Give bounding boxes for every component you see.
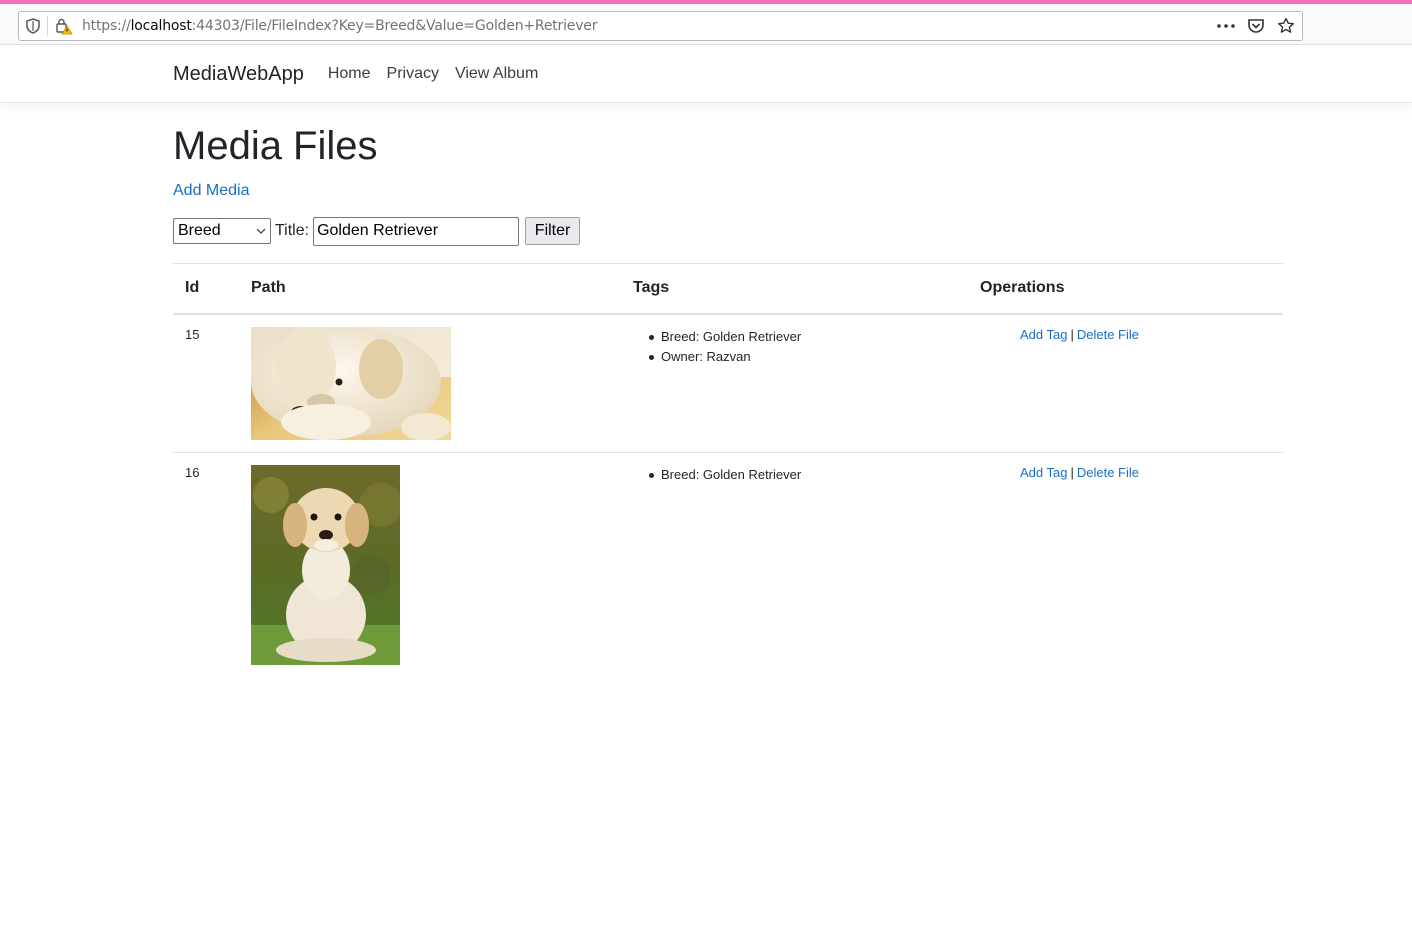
- row-operations: Add Tag | Delete File: [968, 313, 1283, 453]
- tag-list: Breed: Golden Retriever: [633, 465, 956, 485]
- table-row: 16 Breed: Golden Retriever Add Tag | Del…: [173, 452, 1283, 677]
- ops-separator: |: [1070, 326, 1074, 342]
- table-header-row: Id Path Tags Operations: [173, 263, 1283, 315]
- row-path: [239, 313, 621, 453]
- row-id: 16: [185, 464, 200, 480]
- tag-item: Breed: Golden Retriever: [649, 465, 956, 485]
- insecure-lock-icon[interactable]: [50, 12, 78, 40]
- row-path: [239, 452, 621, 677]
- puppy-photo-thumbnail: [251, 464, 400, 665]
- add-media-link[interactable]: Add Media: [173, 182, 250, 200]
- header-operations: Operations: [968, 263, 1283, 315]
- row-tags: Breed: Golden Retriever: [621, 452, 968, 677]
- media-table: Id Path Tags Operations 15 Breed: Golden…: [173, 263, 1283, 677]
- filter-key-value: Breed: [178, 222, 221, 239]
- more-actions-icon[interactable]: [1216, 16, 1236, 36]
- header-tags: Tags: [621, 263, 968, 315]
- row-id: 15: [173, 313, 239, 453]
- title-label: Title:: [275, 222, 310, 239]
- add-tag-link[interactable]: Add Tag: [1020, 327, 1067, 342]
- chevron-down-icon: [256, 226, 266, 237]
- pocket-icon[interactable]: [1246, 16, 1266, 36]
- tag-item: Owner: Razvan: [649, 347, 956, 367]
- url-prefix: https://: [82, 18, 131, 34]
- filter-key-select[interactable]: Breed: [173, 218, 271, 244]
- row-operations: Add Tag | Delete File: [968, 452, 1283, 677]
- address-divider: [47, 16, 48, 36]
- row-tags: Breed: Golden Retriever Owner: Razvan: [621, 313, 968, 453]
- tag-list: Breed: Golden Retriever Owner: Razvan: [633, 327, 956, 367]
- filter-button[interactable]: Filter: [525, 217, 581, 245]
- url-text[interactable]: https://localhost:44303/File/FileIndex?K…: [82, 18, 597, 34]
- main-content: Media Files Add Media Breed Title: Golde…: [173, 104, 1283, 677]
- site-navbar: MediaWebApp Home Privacy View Album: [0, 45, 1412, 103]
- delete-file-link[interactable]: Delete File: [1077, 465, 1139, 480]
- url-host: localhost: [130, 18, 192, 34]
- ops-separator: |: [1070, 464, 1074, 480]
- table-row: 15 Breed: Golden Retriever Owner: Razvan…: [173, 313, 1283, 453]
- address-bar[interactable]: https://localhost:44303/File/FileIndex?K…: [18, 11, 1303, 41]
- filter-form: Breed Title: Golden Retriever Filter: [173, 216, 1283, 246]
- header-id: Id: [173, 263, 239, 315]
- page-title: Media Files: [173, 124, 378, 168]
- bookmark-star-icon[interactable]: [1276, 16, 1296, 36]
- nav-link-home[interactable]: Home: [328, 65, 371, 83]
- url-path: :44303/File/FileIndex?Key=Breed&Value=Go…: [191, 18, 598, 34]
- nav-link-privacy[interactable]: Privacy: [387, 65, 439, 83]
- tag-item: Breed: Golden Retriever: [649, 327, 956, 347]
- nav-link-view-album[interactable]: View Album: [455, 65, 538, 83]
- delete-file-link[interactable]: Delete File: [1077, 327, 1139, 342]
- brand-link[interactable]: MediaWebApp: [173, 63, 304, 86]
- header-path: Path: [239, 263, 621, 315]
- title-input[interactable]: Golden Retriever: [313, 216, 520, 246]
- browser-toolbar: https://localhost:44303/File/FileIndex?K…: [0, 4, 1412, 45]
- shield-icon[interactable]: [19, 12, 47, 40]
- puppy-photo-thumbnail: [251, 326, 451, 440]
- add-tag-link[interactable]: Add Tag: [1020, 465, 1067, 480]
